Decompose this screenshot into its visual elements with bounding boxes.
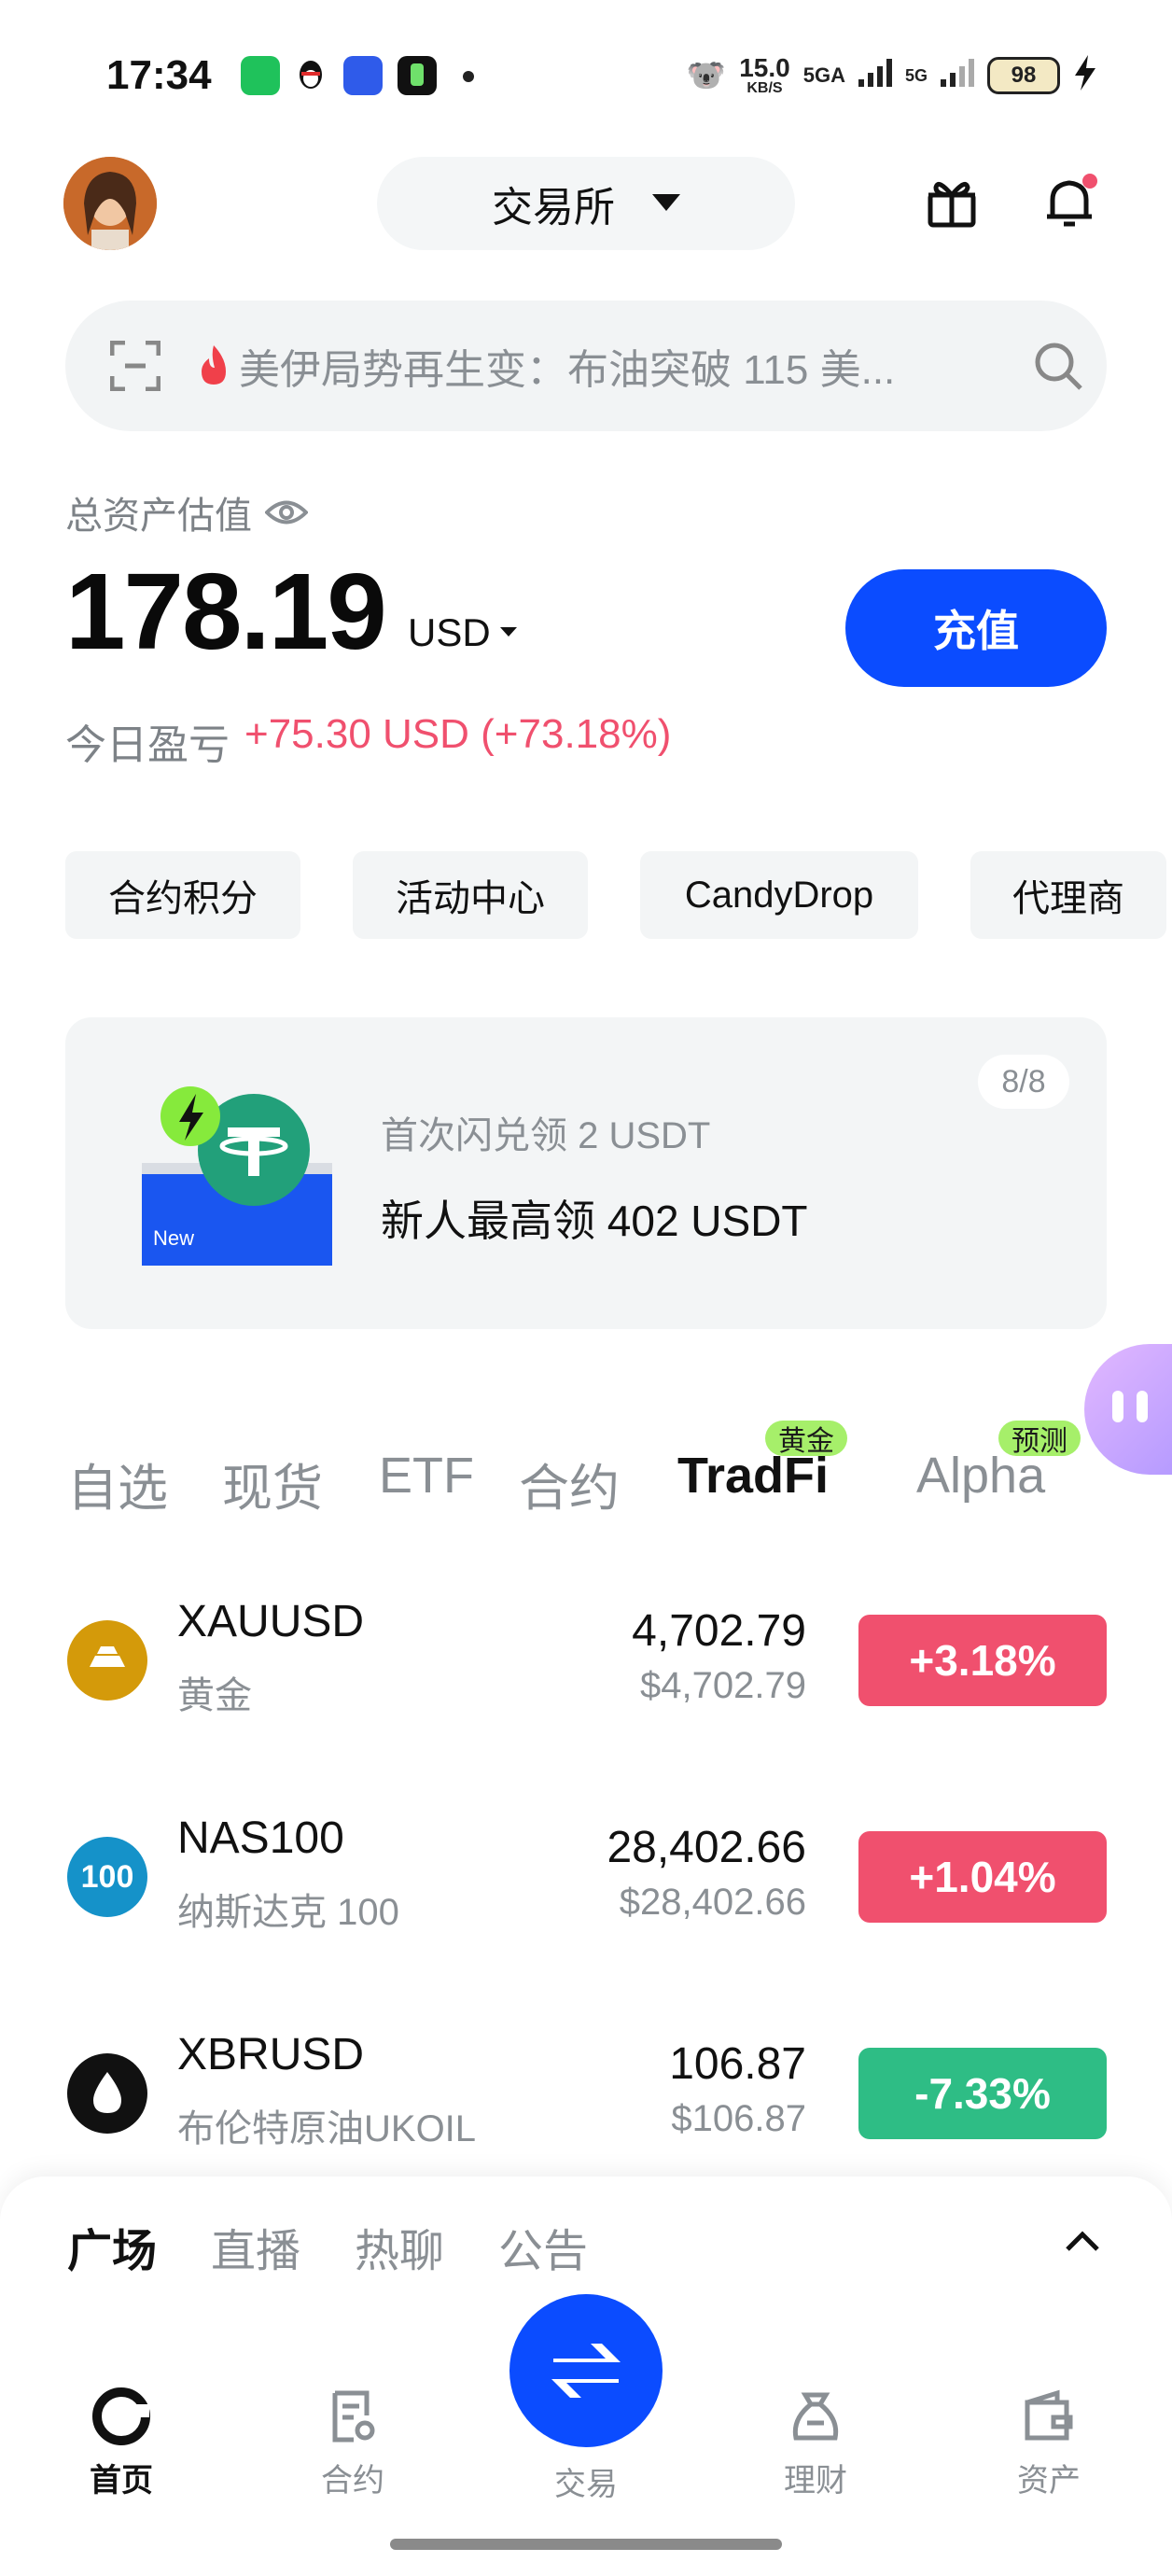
signal-bars-2-icon (941, 59, 974, 92)
swap-arrows-icon (551, 2344, 621, 2398)
search-icon[interactable] (1032, 340, 1084, 392)
market-row-xauusd[interactable]: XAUUSD 黄金 4,702.79 $4,702.79 +3.18% (0, 1577, 1172, 1745)
app-icon (343, 56, 383, 95)
symbol: XAUUSD (177, 1597, 365, 1646)
bell-icon[interactable] (1032, 164, 1107, 239)
nas100-icon: 100 (67, 1837, 147, 1917)
pnl-value: +75.30 USD (+73.18%) (244, 711, 672, 757)
tab-spot[interactable]: 现货 (222, 1447, 323, 1520)
usd-price: $4,702.79 (640, 1665, 806, 1706)
alpha-badge: 预测 (998, 1421, 1081, 1457)
total-assets-label: 总资产估值 (65, 496, 252, 537)
net-speed: 15.0 KB/S (739, 53, 790, 96)
nav-label: 首页 (90, 2463, 153, 2499)
pnl-label: 今日盈亏 (65, 722, 230, 768)
nav-label: 合约 (321, 2463, 384, 2499)
chip-candydrop[interactable]: CandyDrop (640, 851, 918, 939)
chip-agent[interactable]: 代理商 (970, 851, 1166, 939)
price: 4,702.79 (632, 1606, 806, 1656)
chevron-up-icon[interactable] (1064, 2229, 1101, 2258)
home-icon (92, 2387, 150, 2445)
nav-label: 交易 (554, 2467, 618, 2502)
market-row-xbrusd[interactable]: XBRUSD 布伦特原油UKOIL 106.87 $106.87 -7.33% (0, 2010, 1172, 2178)
sheet-tab-announcements[interactable]: 公告 (498, 2214, 588, 2279)
tab-favorites[interactable]: 自选 (67, 1447, 168, 1520)
promo-title: 新人最高领 402 USDT (381, 1197, 808, 1245)
price: 28,402.66 (607, 1823, 806, 1872)
change-badge[interactable]: -7.33% (858, 2048, 1107, 2139)
wallet-icon (1025, 2389, 1073, 2441)
nav-home[interactable]: 首页 (47, 2387, 196, 2500)
promo-subtitle: 首次闪兑领 2 USDT (381, 1115, 711, 1156)
oil-drop-icon (67, 2053, 147, 2134)
promo-page-indicator: 8/8 (978, 1055, 1069, 1109)
qq-icon (291, 56, 330, 95)
gold-bar-icon (67, 1620, 147, 1701)
status-bar: 17:34 🐨 15.0 KB/S 5GA 5G 98 (0, 0, 1172, 149)
charging-icon (1073, 55, 1097, 96)
pnl-row: 今日盈亏 +75.30 USD (+73.18%) (65, 711, 671, 771)
battery-icon: 98 (987, 57, 1060, 94)
promo-card-tag: New (153, 1226, 195, 1250)
market-row-nas100[interactable]: 100 NAS100 纳斯达克 100 28,402.66 $28,402.66… (0, 1794, 1172, 1962)
avatar[interactable] (63, 157, 157, 250)
exchange-label: 交易所 (492, 185, 615, 231)
status-time: 17:34 (106, 52, 212, 98)
search-placeholder: 美伊局势再生变：布油突破 115 美... (239, 347, 896, 393)
money-bag-icon (792, 2392, 839, 2441)
total-assets-value: 178.19 (65, 551, 387, 672)
instrument-name: 黄金 (177, 1675, 252, 1716)
trade-button[interactable] (509, 2294, 663, 2447)
exchange-switcher[interactable]: 交易所 (377, 157, 795, 250)
assistant-bot-icon[interactable] (1084, 1344, 1172, 1475)
usd-price: $28,402.66 (619, 1882, 806, 1923)
status-right: 🐨 15.0 KB/S 5GA 5G 98 (687, 52, 1097, 99)
nav-trade-label-wrap: 交易 (511, 2458, 661, 2504)
signal-5ga-icon: 5GA (802, 63, 845, 87)
deposit-button[interactable]: 充值 (845, 569, 1107, 687)
usd-price: $106.87 (671, 2098, 806, 2139)
nav-earn[interactable]: 理财 (741, 2387, 890, 2500)
instrument-name: 纳斯达克 100 (177, 1892, 399, 1933)
music-icon (398, 56, 437, 95)
price: 106.87 (669, 2039, 806, 2089)
scan-icon[interactable] (110, 341, 160, 391)
tab-futures[interactable]: 合约 (519, 1447, 620, 1520)
contract-icon (332, 2390, 375, 2443)
total-assets-label-row: 总资产估值 (65, 485, 308, 539)
caret-down-icon (499, 627, 517, 637)
sheet-tab-live[interactable]: 直播 (211, 2214, 300, 2279)
symbol: NAS100 (177, 1813, 344, 1863)
caret-down-icon (652, 194, 680, 211)
more-dot-icon (463, 71, 474, 82)
home-indicator (390, 2539, 782, 2550)
currency-label: USD (408, 610, 491, 654)
currency-selector[interactable]: USD (408, 610, 517, 655)
sheet-tab-square[interactable]: 广场 (67, 2214, 157, 2279)
fire-icon (202, 345, 226, 385)
nav-label: 资产 (1017, 2463, 1081, 2499)
search-bar[interactable]: 美伊局势再生变：布油突破 115 美... (65, 301, 1107, 431)
tab-etf[interactable]: ETF (379, 1447, 474, 1505)
gift-icon[interactable] (914, 164, 989, 239)
instrument-name: 布伦特原油UKOIL (177, 2108, 477, 2149)
sheet-tab-hot-chat[interactable]: 热聊 (355, 2214, 444, 2279)
chip-activity-center[interactable]: 活动中心 (353, 851, 588, 939)
koala-icon: 🐨 (686, 58, 727, 93)
signal-5g-icon: 5G (904, 65, 928, 85)
promo-illustration: New (140, 1085, 336, 1271)
nav-label: 理财 (784, 2463, 847, 2499)
change-badge[interactable]: +1.04% (858, 1831, 1107, 1923)
signal-bars-icon (858, 59, 892, 92)
nav-assets[interactable]: 资产 (974, 2387, 1123, 2500)
wechat-icon (241, 56, 280, 95)
eye-icon[interactable] (265, 498, 308, 526)
chip-contract-points[interactable]: 合约积分 (65, 851, 300, 939)
tradfi-badge: 黄金 (765, 1421, 847, 1457)
change-badge[interactable]: +3.18% (858, 1615, 1107, 1706)
nav-futures[interactable]: 合约 (278, 2387, 427, 2500)
symbol: XBRUSD (177, 2030, 365, 2079)
